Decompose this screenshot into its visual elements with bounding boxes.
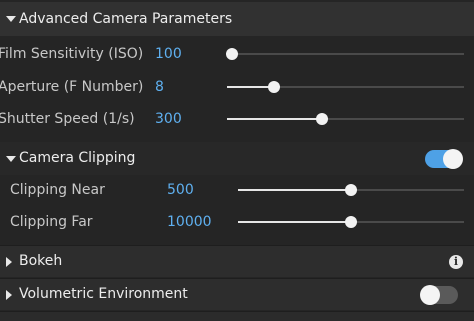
section-title: Bokeh	[19, 253, 63, 269]
clipping-far-value[interactable]: 10000	[167, 214, 212, 230]
clipping-near-row: Clipping Near 500	[0, 174, 474, 206]
camera-clipping-toggle[interactable]	[425, 149, 463, 169]
clipping-far-row: Clipping Far 10000	[0, 206, 474, 238]
slider-thumb[interactable]	[345, 216, 357, 228]
iso-row: Film Sensitivity (ISO) 100	[0, 38, 474, 70]
slider-thumb[interactable]	[345, 184, 357, 196]
advanced-camera-header[interactable]: Advanced Camera Parameters	[0, 2, 474, 36]
clipping-near-value[interactable]: 500	[167, 182, 194, 198]
slider-fill	[227, 86, 274, 88]
info-icon[interactable]: i	[449, 255, 463, 269]
clipping-near-slider[interactable]	[238, 184, 464, 196]
aperture-value[interactable]: 8	[155, 79, 164, 95]
section-title: Advanced Camera Parameters	[19, 11, 233, 27]
section-title: Camera Clipping	[19, 150, 136, 166]
aperture-row: Aperture (F Number) 8	[0, 71, 474, 103]
camera-clipping-header[interactable]: Camera Clipping	[0, 142, 474, 175]
clipping-near-label: Clipping Near	[10, 182, 105, 198]
slider-fill	[227, 118, 322, 120]
aperture-slider[interactable]	[227, 81, 464, 93]
clipping-far-label: Clipping Far	[10, 214, 93, 230]
slider-fill	[238, 221, 351, 223]
volumetric-toggle[interactable]	[420, 285, 458, 305]
aperture-label: Aperture (F Number)	[0, 79, 144, 95]
iso-label: Film Sensitivity (ISO)	[0, 46, 144, 62]
slider-thumb[interactable]	[268, 81, 280, 93]
toggle-knob	[443, 149, 463, 169]
shutter-value[interactable]: 300	[155, 111, 182, 127]
toggle-knob	[420, 285, 440, 305]
shutter-label: Shutter Speed (1/s)	[0, 111, 135, 127]
chevron-right-icon	[6, 290, 12, 300]
shutter-slider[interactable]	[227, 113, 464, 125]
iso-slider[interactable]	[226, 48, 464, 60]
chevron-down-icon	[6, 156, 16, 162]
bokeh-header[interactable]: Bokeh i	[0, 245, 474, 277]
clipping-far-slider[interactable]	[238, 216, 464, 228]
chevron-right-icon	[6, 257, 12, 267]
slider-fill	[238, 189, 351, 191]
section-title: Volumetric Environment	[19, 286, 188, 302]
slider-thumb[interactable]	[226, 48, 238, 60]
shutter-row: Shutter Speed (1/s) 300	[0, 103, 474, 135]
chevron-down-icon	[6, 16, 16, 22]
volumetric-header[interactable]: Volumetric Environment	[0, 278, 474, 310]
slider-thumb[interactable]	[316, 113, 328, 125]
iso-value[interactable]: 100	[155, 46, 182, 62]
